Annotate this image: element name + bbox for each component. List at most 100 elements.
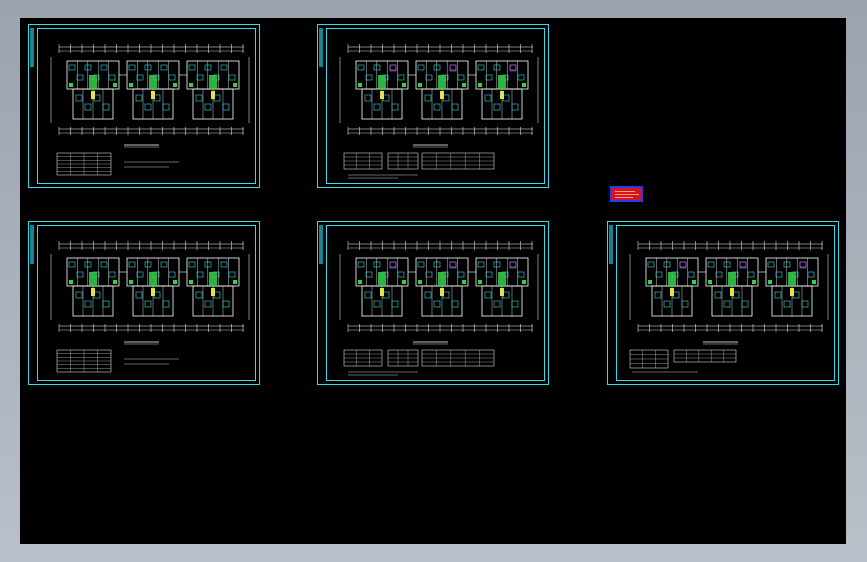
furniture <box>102 103 110 111</box>
furniture <box>767 261 775 268</box>
building-unit <box>355 257 409 317</box>
furniture <box>128 64 136 71</box>
furniture <box>391 103 399 111</box>
stair-core <box>728 272 736 286</box>
elevator <box>91 91 95 99</box>
column <box>173 83 177 87</box>
furniture <box>451 103 459 111</box>
furniture <box>417 64 425 71</box>
drawing-sheet-4[interactable] <box>317 221 549 385</box>
furniture <box>451 300 459 308</box>
stamp-line <box>615 197 633 198</box>
column <box>233 83 237 87</box>
column <box>402 280 406 284</box>
furniture <box>477 64 485 71</box>
furniture <box>136 74 144 81</box>
elevator <box>211 91 215 99</box>
furniture <box>739 261 747 268</box>
column <box>189 83 193 87</box>
furniture <box>75 291 83 299</box>
furniture <box>204 300 212 308</box>
building-unit <box>186 257 240 317</box>
furniture <box>714 291 722 299</box>
elevator <box>91 288 95 296</box>
schedule-table <box>343 349 383 367</box>
column <box>478 280 482 284</box>
furniture <box>135 94 143 102</box>
furniture <box>228 271 236 278</box>
furniture <box>493 300 501 308</box>
furniture <box>84 103 92 111</box>
column <box>358 83 362 87</box>
floor-plan-drawing <box>50 44 250 176</box>
furniture <box>168 74 176 81</box>
drawing-canvas[interactable] <box>20 18 846 544</box>
furniture <box>128 261 136 268</box>
furniture <box>457 74 465 81</box>
furniture <box>357 261 365 268</box>
furniture <box>136 271 144 278</box>
floor-plan-drawing <box>339 44 539 179</box>
floor-plan-drawing <box>339 241 539 376</box>
floor-plan-drawing <box>50 241 250 373</box>
furniture <box>783 300 791 308</box>
furniture <box>517 271 525 278</box>
furniture <box>222 103 230 111</box>
stamp-line <box>615 194 639 195</box>
drawing-sheet-1[interactable] <box>28 24 260 188</box>
furniture <box>228 74 236 81</box>
red-title-stamp[interactable] <box>610 186 643 202</box>
furniture <box>485 74 493 81</box>
furniture <box>433 103 441 111</box>
furniture <box>68 64 76 71</box>
furniture <box>220 64 228 71</box>
furniture <box>477 261 485 268</box>
floor-plan-drawing <box>629 241 829 373</box>
column <box>129 83 133 87</box>
furniture <box>741 300 749 308</box>
stair-core <box>149 75 157 89</box>
furniture <box>188 64 196 71</box>
furniture <box>663 300 671 308</box>
drawing-sheet-2[interactable] <box>317 24 549 188</box>
furniture <box>799 261 807 268</box>
elevator <box>380 91 384 99</box>
drawing-sheet-5[interactable] <box>607 221 839 385</box>
drawing-sheet-3[interactable] <box>28 221 260 385</box>
furniture <box>654 291 662 299</box>
stair-core <box>668 272 676 286</box>
furniture <box>647 261 655 268</box>
furniture <box>707 261 715 268</box>
schedule-table <box>629 349 669 369</box>
elevator <box>730 288 734 296</box>
building-unit <box>415 257 469 317</box>
elevator <box>380 288 384 296</box>
stair-core <box>209 75 217 89</box>
stair-core <box>498 272 506 286</box>
column <box>129 280 133 284</box>
furniture <box>373 103 381 111</box>
furniture <box>389 64 397 71</box>
column <box>478 83 482 87</box>
furniture <box>100 261 108 268</box>
furniture <box>144 103 152 111</box>
furniture <box>220 261 228 268</box>
furniture <box>484 291 492 299</box>
elevator <box>151 91 155 99</box>
stair-core <box>89 272 97 286</box>
elevator <box>500 288 504 296</box>
elevator <box>500 91 504 99</box>
furniture <box>715 271 723 278</box>
furniture <box>196 271 204 278</box>
furniture <box>84 300 92 308</box>
furniture <box>425 74 433 81</box>
furniture <box>204 103 212 111</box>
furniture <box>144 300 152 308</box>
column <box>768 280 772 284</box>
furniture <box>485 271 493 278</box>
building-unit <box>765 257 819 317</box>
furniture <box>687 271 695 278</box>
schedule-table <box>421 349 495 367</box>
column <box>69 280 73 284</box>
furniture <box>449 64 457 71</box>
